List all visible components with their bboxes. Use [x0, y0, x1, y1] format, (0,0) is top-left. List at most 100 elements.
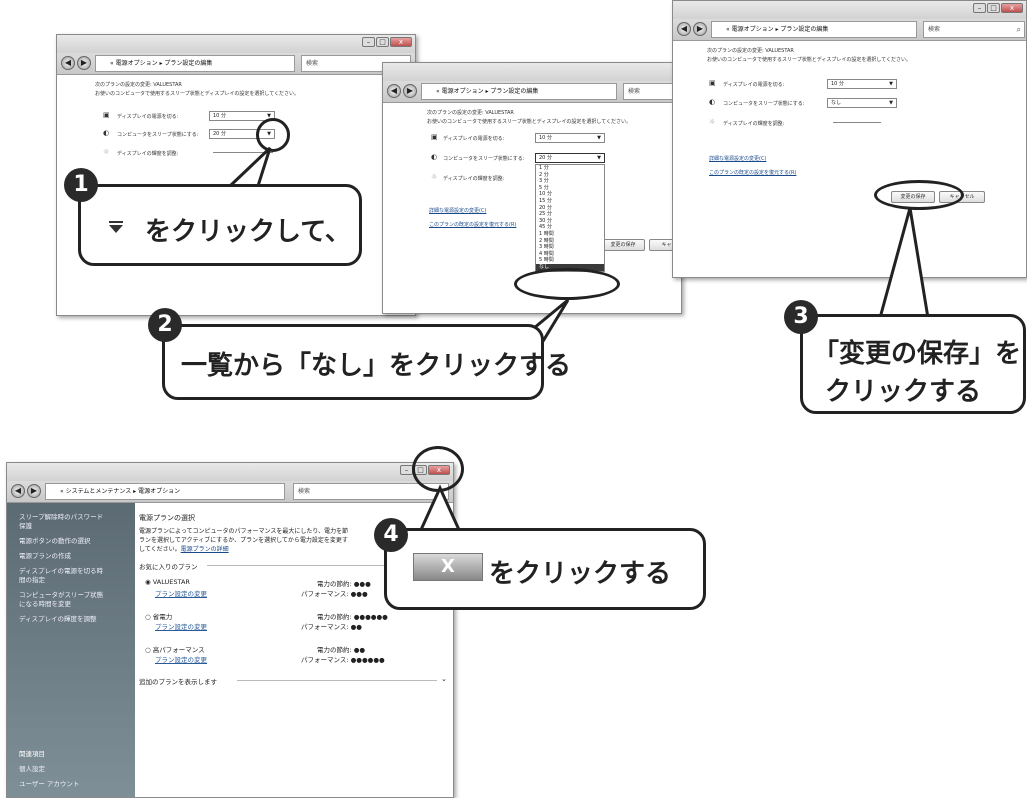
restore-defaults-link[interactable]: このプランの既定の設定を復元する(R): [709, 169, 796, 176]
brightness-slider[interactable]: [213, 152, 273, 153]
forward-icon[interactable]: ▶: [27, 484, 41, 498]
sidebar-item-brightness[interactable]: ディスプレイの輝度を調整: [19, 613, 97, 623]
sidebar-item-user-accounts[interactable]: ユーザー アカウント: [19, 778, 79, 788]
window-plan-edit-1: –□x ◀ ▶ « 電源オプション ▸ プラン設定の編集 検索⌕ 次のプランの設…: [56, 34, 416, 316]
dropdown-option[interactable]: 10 分: [536, 191, 604, 198]
dropdown-option[interactable]: 2 時間: [536, 238, 604, 245]
dropdown-option[interactable]: 1 分: [536, 165, 604, 172]
display-off-select[interactable]: 10 分 ▼: [827, 79, 897, 89]
plan-change-link[interactable]: プラン設定の変更: [155, 588, 207, 598]
plan-row-power-saver[interactable]: ○ 省電力: [145, 611, 172, 621]
dropdown-arrow-bar: [109, 221, 123, 223]
breadcrumb[interactable]: « 電源オプション ▸ プラン設定の編集: [711, 21, 917, 38]
favorites-heading: お気に入りのプラン: [139, 563, 198, 571]
back-icon[interactable]: ◀: [387, 84, 401, 98]
forward-icon[interactable]: ▶: [77, 56, 91, 70]
plan-row-high-performance[interactable]: ○ 高パフォーマンス: [145, 644, 205, 654]
plan-details-link[interactable]: 電源プランの詳細: [181, 546, 229, 553]
close-button[interactable]: x: [1001, 3, 1023, 13]
minimize-button[interactable]: –: [362, 37, 375, 47]
breadcrumb[interactable]: « 電源オプション ▸ プラン設定の編集: [95, 55, 295, 72]
brightness-label: ディスプレイの輝度を調整:: [443, 176, 505, 182]
callout-2: 一覧から「なし」をクリックする: [162, 324, 571, 400]
brightness-label: ディスプレイの輝度を調整:: [723, 121, 785, 127]
dropdown-option[interactable]: 15 分: [536, 198, 604, 205]
sidebar-item-sleep-time-2[interactable]: になる時間を変更: [19, 598, 71, 608]
close-icon: X: [441, 556, 455, 577]
breadcrumb[interactable]: « 電源オプション ▸ プラン設定の編集: [421, 83, 617, 100]
highlight-ring-dropdown-arrow: [256, 118, 290, 152]
close-button[interactable]: x: [390, 37, 412, 47]
plan-change-link[interactable]: プラン設定の変更: [155, 621, 207, 631]
highlight-ring-save-button: [874, 180, 964, 210]
dropdown-option[interactable]: 3 分: [536, 178, 604, 185]
address-bar: ◀ ▶ « 電源オプション ▸ プラン設定の編集 検索⌕: [57, 53, 415, 75]
sleep-icon: ◐: [431, 153, 438, 161]
display-off-select[interactable]: 10 分 ▼: [535, 133, 605, 143]
back-icon[interactable]: ◀: [11, 484, 25, 498]
radio-icon[interactable]: ○: [145, 613, 153, 621]
chevron-down-icon[interactable]: ⌄: [441, 675, 447, 683]
back-icon[interactable]: ◀: [677, 22, 691, 36]
save-button[interactable]: 変更の保存: [601, 239, 645, 251]
sidebar-item-personalize[interactable]: 個人設定: [19, 763, 45, 773]
radio-icon[interactable]: ○: [145, 646, 153, 654]
sleep-dropdown-list[interactable]: 1 分2 分3 分5 分 10 分 15 分 20 分 25 分 30 分 45 分1 時間…: [535, 164, 605, 272]
advanced-settings-link[interactable]: 詳細な電源設定の変更(C): [429, 207, 486, 214]
main-desc-3: してください。電源プランの詳細: [139, 546, 229, 553]
address-bar: ◀ ▶ « 電源オプション ▸ プラン設定の編集 検索⌕: [673, 19, 1026, 41]
dropdown-option[interactable]: 25 分: [536, 211, 604, 218]
dropdown-option[interactable]: 3 時間: [536, 244, 604, 251]
address-bar: ◀ ▶ « 電源オプション ▸ プラン設定の編集 検索: [383, 81, 681, 103]
chevron-down-icon: ▼: [597, 155, 601, 161]
highlight-ring-close-button: [412, 446, 464, 492]
dropdown-arrow-icon: [109, 225, 123, 233]
plan-desc: お使いのコンピュータで使用するスリープ状態とディスプレイの設定を選択してください…: [707, 57, 912, 63]
titlebar: – □ x: [7, 463, 453, 481]
step-4-badge: 4: [374, 518, 408, 552]
minimize-button[interactable]: –: [973, 3, 986, 13]
dropdown-option[interactable]: 4 時間: [536, 251, 604, 258]
callout-2-text: 一覧から「なし」をクリックする: [181, 351, 572, 381]
sleep-select[interactable]: なし ▼: [827, 98, 897, 108]
maximize-button[interactable]: □: [987, 3, 1000, 13]
radio-selected-icon[interactable]: ◉: [145, 578, 153, 586]
step-3-badge: 3: [784, 300, 818, 334]
sleep-icon: ◐: [103, 129, 110, 137]
titlebar: [383, 63, 681, 81]
sleep-label: コンピュータをスリープ状態にする:: [723, 101, 805, 107]
sleep-label: コンピュータをスリープ状態にする:: [117, 132, 199, 138]
more-plans-toggle[interactable]: 追加のプランを表示します: [139, 676, 217, 686]
display-off-label: ディスプレイの電源を切る:: [723, 82, 785, 88]
back-icon[interactable]: ◀: [61, 56, 75, 70]
plan-performance: パフォーマンス: ●●: [301, 623, 362, 631]
plan-change-link[interactable]: プラン設定の変更: [155, 654, 207, 664]
sleep-select[interactable]: 20 分 ▼: [535, 153, 605, 163]
window-plan-edit-3: – □ x ◀ ▶ « 電源オプション ▸ プラン設定の編集 検索 ⌕ 次のプランの設…: [672, 0, 1027, 278]
sleep-icon: ◐: [709, 98, 716, 106]
advanced-settings-link[interactable]: 詳細な電源設定の変更(C): [709, 155, 766, 162]
plan-row-valuestar[interactable]: ◉ VALUESTAR: [145, 578, 190, 586]
dropdown-option[interactable]: 45 分: [536, 224, 604, 231]
forward-icon[interactable]: ▶: [403, 84, 417, 98]
sidebar: スリープ解除時のパスワード 保護 電源ボタンの動作の選択 電源プランの作成 ディ…: [7, 503, 135, 797]
plan-heading: 次のプランの設定の変更: VALUESTAR: [707, 48, 794, 54]
titlebar: – □ x: [673, 1, 1026, 19]
dropdown-option[interactable]: 5 時間: [536, 257, 604, 264]
restore-defaults-link[interactable]: このプランの既定の設定を復元する(R): [429, 221, 516, 228]
breadcrumb[interactable]: « システムとメンテナンス ▸ 電源オプション: [45, 483, 285, 500]
maximize-button[interactable]: □: [376, 37, 389, 47]
brightness-slider[interactable]: [833, 122, 881, 123]
plan-saving: 電力の節約: ●●: [317, 646, 366, 654]
search-input[interactable]: 検索⌕: [923, 21, 1025, 38]
sidebar-item-display-off-2[interactable]: 間の指定: [19, 574, 45, 584]
sidebar-item-create-plan[interactable]: 電源プランの作成: [19, 550, 71, 560]
sidebar-item-power-button[interactable]: 電源ボタンの動作の選択: [19, 535, 91, 545]
sleep-label: コンピュータをスリープ状態にする:: [443, 156, 525, 162]
brightness-icon: ☼: [431, 173, 438, 181]
sidebar-item-wake-password-2[interactable]: 保護: [19, 520, 32, 530]
address-bar: ◀ ▶ « システムとメンテナンス ▸ 電源オプション 検索: [7, 481, 453, 503]
display-off-label: ディスプレイの電源を切る:: [117, 114, 179, 120]
dropdown-option[interactable]: 1 時間: [536, 231, 604, 238]
forward-icon[interactable]: ▶: [693, 22, 707, 36]
